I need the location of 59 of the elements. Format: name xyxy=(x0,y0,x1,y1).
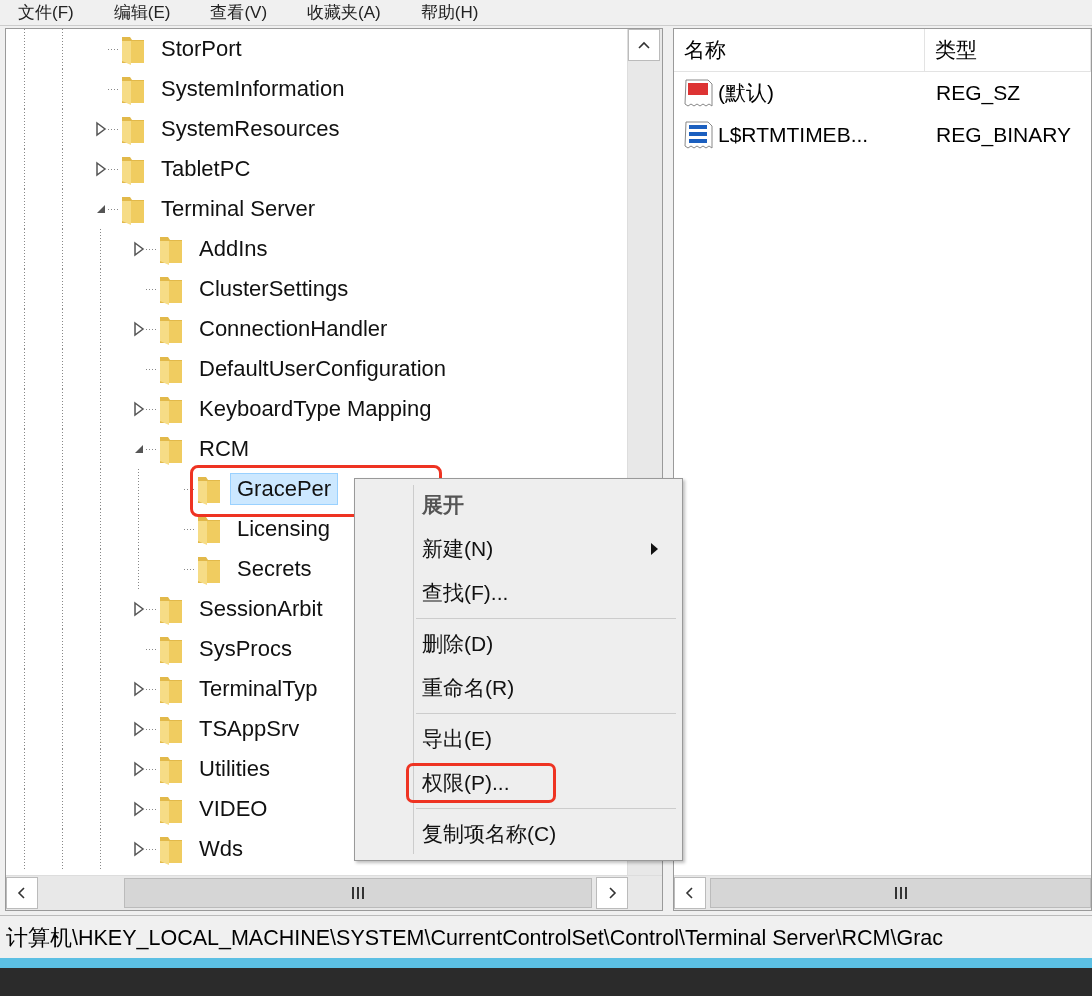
tree-item[interactable]: RCM xyxy=(192,433,257,465)
tree-item[interactable]: AddIns xyxy=(192,233,275,265)
value-type: REG_SZ xyxy=(935,81,1021,105)
horizontal-scrollbar[interactable] xyxy=(674,875,1091,910)
tree-item[interactable]: VIDEO xyxy=(192,793,275,825)
menu-item[interactable]: 收藏夹(A) xyxy=(307,4,381,21)
tree-item[interactable]: Secrets xyxy=(230,553,319,585)
context-menu-item[interactable]: 删除(D) xyxy=(422,630,494,658)
tree-item[interactable]: DefaultUserConfiguration xyxy=(192,353,454,385)
tree-item[interactable]: SysProcs xyxy=(192,633,299,665)
tree-item[interactable]: Licensing xyxy=(230,513,337,545)
expand-arrow-icon[interactable] xyxy=(133,401,145,417)
expand-arrow-icon[interactable] xyxy=(133,681,145,697)
context-menu-item[interactable]: 新建(N) xyxy=(422,535,494,563)
expand-arrow-icon[interactable] xyxy=(133,841,145,857)
expand-arrow-icon[interactable] xyxy=(133,801,145,817)
expand-arrow-icon[interactable] xyxy=(95,161,107,177)
expand-arrow-icon[interactable] xyxy=(133,761,145,777)
string-value-icon xyxy=(684,78,714,108)
context-menu-item[interactable]: 查找(F)... xyxy=(422,579,509,607)
menu-item[interactable]: 编辑(E) xyxy=(113,4,171,21)
collapse-arrow-icon[interactable] xyxy=(95,203,107,215)
expand-arrow-icon[interactable] xyxy=(133,321,145,337)
tree-item[interactable]: TabletPC xyxy=(154,153,258,185)
tree-item[interactable]: SystemResources xyxy=(154,113,347,145)
tree-item[interactable]: GracePer xyxy=(230,473,339,505)
tree-item[interactable]: Terminal Server xyxy=(154,193,323,225)
grip-icon xyxy=(893,887,908,899)
tree-item[interactable]: ClusterSettings xyxy=(192,273,356,305)
tree-item[interactable]: TSAppSrv xyxy=(192,713,307,745)
menu-item[interactable]: 文件(F) xyxy=(18,4,74,21)
value-name[interactable]: (默认) xyxy=(718,79,774,107)
menu-item[interactable]: 帮助(H) xyxy=(420,4,479,21)
expand-arrow-icon[interactable] xyxy=(133,601,145,617)
tree-item[interactable]: StorPort xyxy=(154,33,249,65)
value-name[interactable]: L$RTMTIMEB... xyxy=(718,123,869,147)
tree-item[interactable]: SessionArbit xyxy=(192,593,330,625)
expand-arrow-icon[interactable] xyxy=(133,241,145,257)
tree-item[interactable]: SystemInformation xyxy=(154,73,352,105)
menu-item[interactable]: 查看(V) xyxy=(210,4,268,21)
binary-value-icon xyxy=(684,120,714,150)
horizontal-scrollbar[interactable] xyxy=(6,875,662,910)
tree-item[interactable]: Wds xyxy=(192,833,250,865)
grip-icon xyxy=(351,887,365,899)
context-menu-item[interactable]: 重命名(R) xyxy=(422,674,515,702)
context-menu-item[interactable]: 权限(P)... xyxy=(422,769,510,797)
tree-item[interactable]: KeyboardType Mapping xyxy=(192,393,439,425)
collapse-arrow-icon[interactable] xyxy=(133,443,145,455)
context-menu-item[interactable]: 展开 xyxy=(422,491,464,519)
column-header[interactable]: 类型 xyxy=(925,29,1091,71)
context-menu-item[interactable]: 导出(E) xyxy=(422,725,492,753)
expand-arrow-icon[interactable] xyxy=(133,721,145,737)
context-menu-item[interactable]: 复制项名称(C) xyxy=(422,820,557,848)
expand-arrow-icon[interactable] xyxy=(95,121,107,137)
tree-item[interactable]: TerminalTyp xyxy=(192,673,325,705)
tree-item[interactable]: Utilities xyxy=(192,753,277,785)
value-type: REG_BINARY xyxy=(935,123,1071,147)
tree-item[interactable]: ConnectionHandler xyxy=(192,313,395,345)
column-header[interactable]: 名称 xyxy=(674,29,925,71)
